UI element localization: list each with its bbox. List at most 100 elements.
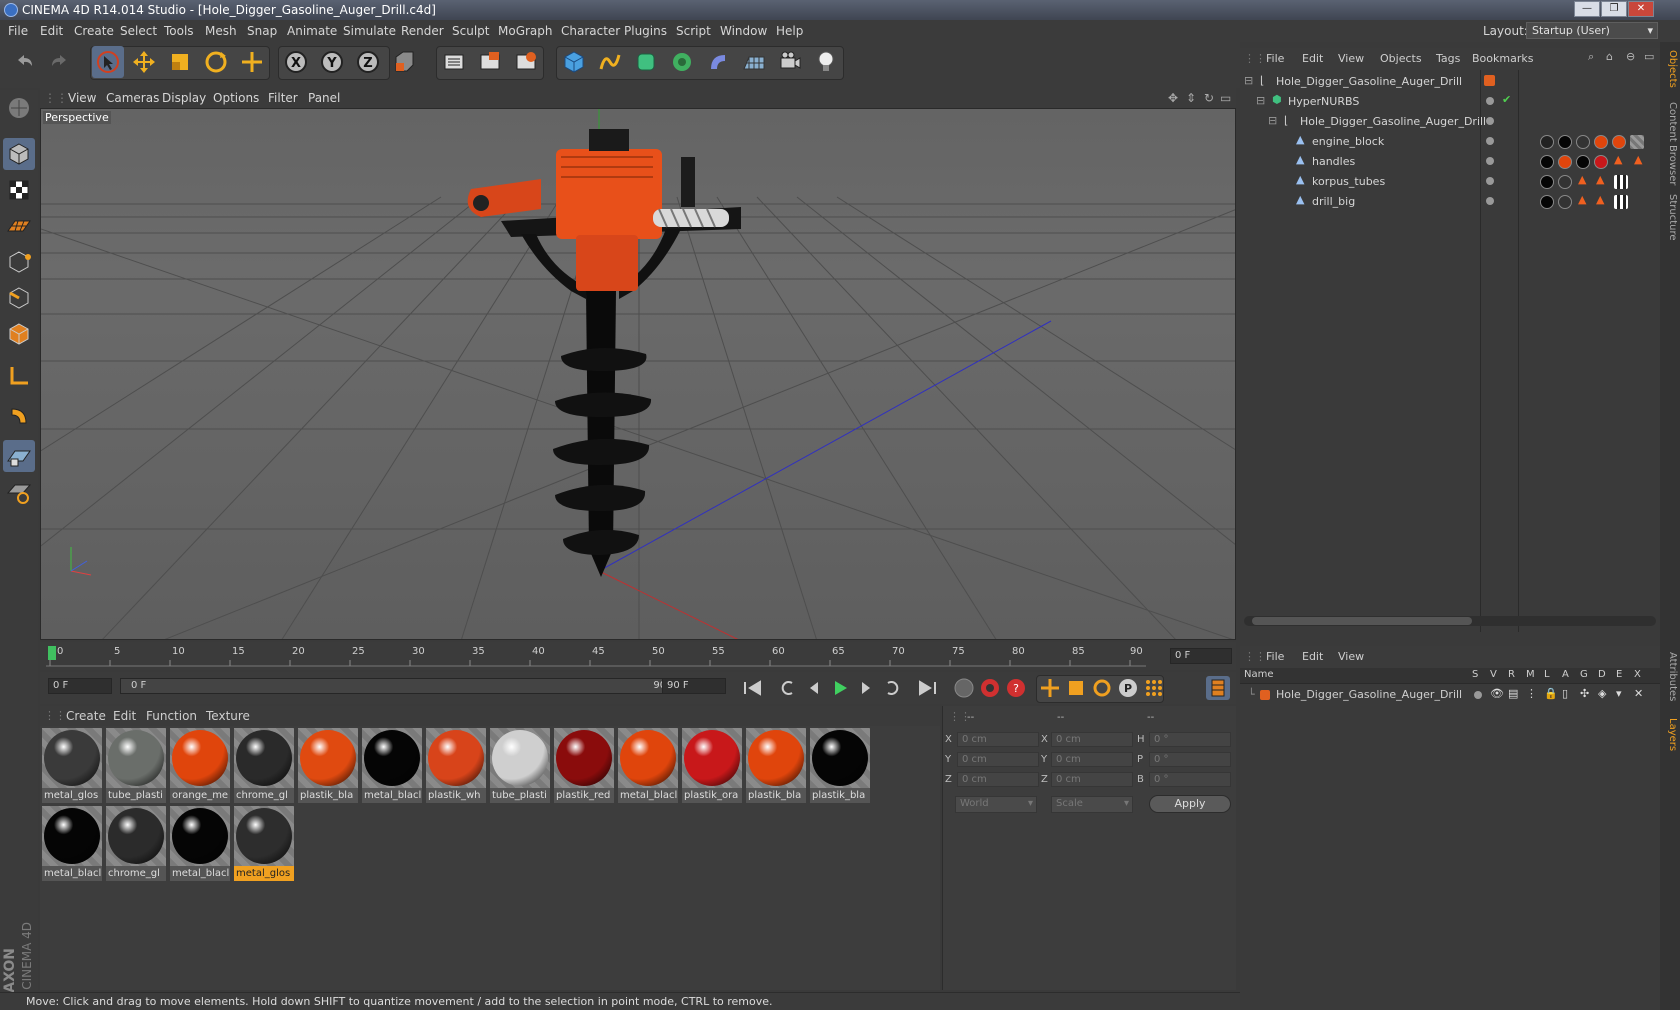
object-row[interactable]: ▲ handles ▲ ▲ [1240, 152, 1660, 172]
menu-plugins[interactable]: Plugins [624, 24, 667, 38]
layer-menu-view[interactable]: View [1338, 650, 1364, 663]
recent-tools-button[interactable] [236, 46, 268, 78]
position-x-field[interactable]: 0 cm [957, 732, 1039, 747]
material-swatch-selected[interactable]: metal_glos [234, 806, 294, 881]
menu-mograph[interactable]: MoGraph [498, 24, 553, 38]
material-tag-icon[interactable] [1576, 135, 1590, 149]
object-menu-view[interactable]: View [1338, 52, 1364, 65]
viewport-pan-icon[interactable]: ✥ [1168, 91, 1178, 105]
auger-drill-model[interactable] [467, 129, 741, 577]
redo-button[interactable] [44, 46, 76, 78]
go-to-end-icon[interactable] [916, 676, 940, 700]
make-editable-button[interactable] [3, 92, 35, 124]
menu-character[interactable]: Character [561, 24, 620, 38]
selection-tag-icon[interactable]: ▲ [1596, 173, 1604, 186]
frame-range-slider[interactable]: 0 F 90 F [120, 678, 694, 694]
x-axis-button[interactable]: X [280, 46, 312, 78]
object-row[interactable]: ▲ engine_block [1240, 132, 1660, 152]
key-position-icon[interactable] [1038, 676, 1062, 700]
menu-create[interactable]: Create [74, 24, 114, 38]
xref-icon[interactable]: ✕ [1634, 687, 1643, 700]
selection-tag-icon[interactable]: ▲ [1614, 153, 1622, 166]
menu-simulate[interactable]: Simulate [343, 24, 396, 38]
material-tag-icon[interactable] [1558, 195, 1572, 209]
viewport-menu-options[interactable]: Options [213, 91, 259, 105]
menu-mesh[interactable]: Mesh [205, 24, 237, 38]
material-swatch[interactable]: metal_blacl [170, 806, 230, 881]
timeline-ruler[interactable]: 0 5 10 15 20 25 30 35 40 45 50 55 60 65 … [40, 642, 1236, 670]
material-swatch[interactable]: metal_blacl [618, 728, 678, 803]
search-icon[interactable]: ⌕ [1588, 50, 1594, 64]
material-swatch[interactable]: chrome_gl [234, 728, 294, 803]
viewport-menu-filter[interactable]: Filter [268, 91, 298, 105]
key-parameter-icon[interactable]: P [1116, 676, 1140, 700]
visibility-dot-icon[interactable] [1486, 177, 1494, 185]
material-tag-icon[interactable] [1558, 155, 1572, 169]
rotation-h-field[interactable]: 0 ° [1149, 732, 1231, 747]
menu-script[interactable]: Script [676, 24, 711, 38]
keyframe-selection-icon[interactable]: ? [1004, 676, 1028, 700]
spline-pen-button[interactable] [594, 46, 626, 78]
object-row[interactable]: ▲ drill_big ▲ ▲ [1240, 192, 1660, 212]
apply-button[interactable]: Apply [1149, 795, 1231, 813]
material-swatch[interactable]: orange_me [170, 728, 230, 803]
play-icon[interactable] [828, 676, 852, 700]
deformer-button[interactable] [702, 46, 734, 78]
eye-icon[interactable]: 👁 [1490, 687, 1504, 700]
key-scale-icon[interactable] [1064, 676, 1088, 700]
viewport-menu-display[interactable]: Display [162, 91, 206, 105]
object-row[interactable]: ▲ korpus_tubes ▲ ▲ [1240, 172, 1660, 192]
material-swatch[interactable]: plastik_bla [298, 728, 358, 803]
snap-button[interactable] [3, 440, 35, 472]
timeline-playhead[interactable] [48, 646, 56, 660]
material-swatch[interactable]: plastik_bla [746, 728, 806, 803]
layer-row[interactable]: └ Hole_Digger_Gasoline_Auger_Drill 👁 ▤ ⋮… [1240, 686, 1660, 704]
material-tag-icon[interactable] [1612, 135, 1626, 149]
material-swatch[interactable]: tube_plasti [490, 728, 550, 803]
material-menu-texture[interactable]: Texture [206, 709, 250, 723]
array-object-button[interactable] [666, 46, 698, 78]
material-swatch[interactable]: metal_blacl [42, 806, 102, 881]
size-z-field[interactable]: 0 cm [1051, 772, 1133, 787]
enabled-check-icon[interactable]: ✔ [1502, 93, 1511, 106]
layer-menu-edit[interactable]: Edit [1302, 650, 1323, 663]
light-object-button[interactable] [810, 46, 842, 78]
viewport-menu-panel[interactable]: Panel [308, 91, 340, 105]
undo-button[interactable] [8, 46, 40, 78]
horizontal-scrollbar[interactable] [1244, 616, 1656, 626]
polygons-mode-button[interactable] [3, 318, 35, 350]
layer-menu-file[interactable]: File [1266, 650, 1284, 663]
scale-tool-button[interactable] [164, 46, 196, 78]
manager-icon[interactable]: ⋮ [1526, 687, 1537, 700]
timeline-window-icon[interactable] [1206, 676, 1230, 700]
close-button[interactable]: ✕ [1628, 1, 1654, 17]
cube-object-button[interactable] [558, 46, 590, 78]
menu-window[interactable]: Window [720, 24, 767, 38]
visibility-dot-icon[interactable] [1486, 97, 1494, 105]
lock-icon[interactable]: 🔒 [1544, 687, 1558, 700]
rotate-tool-button[interactable] [200, 46, 232, 78]
menu-file[interactable]: File [8, 24, 28, 38]
size-mode-select[interactable]: Scale ▾ [1051, 796, 1133, 813]
collapse-icon[interactable]: ⊟ [1256, 94, 1265, 107]
floor-object-button[interactable] [738, 46, 770, 78]
material-tag-icon[interactable] [1594, 135, 1608, 149]
coordinate-space-select[interactable]: World ▾ [955, 796, 1037, 813]
object-row[interactable]: ⊟ ⌊ Hole_Digger_Gasoline_Auger_Drill [1240, 72, 1660, 92]
previous-key-icon[interactable] [776, 676, 800, 700]
workplane-mode-button[interactable] [3, 210, 35, 242]
material-tag-icon[interactable] [1540, 155, 1554, 169]
collapse-icon[interactable]: ⊟ [1268, 114, 1277, 127]
material-menu-create[interactable]: Create [66, 709, 106, 723]
material-tag-icon[interactable] [1558, 135, 1572, 149]
render-icon[interactable]: ▤ [1508, 687, 1518, 700]
next-key-icon[interactable] [880, 676, 904, 700]
object-menu-bookmarks[interactable]: Bookmarks [1472, 52, 1533, 65]
material-menu-function[interactable]: Function [146, 709, 197, 723]
material-swatch[interactable]: metal_glos [42, 728, 102, 803]
material-swatch[interactable]: metal_blacl [362, 728, 422, 803]
render-view-button[interactable] [438, 46, 470, 78]
current-frame-field[interactable]: 0 F [1170, 648, 1232, 664]
rotation-p-field[interactable]: 0 ° [1149, 752, 1231, 767]
menu-help[interactable]: Help [776, 24, 803, 38]
